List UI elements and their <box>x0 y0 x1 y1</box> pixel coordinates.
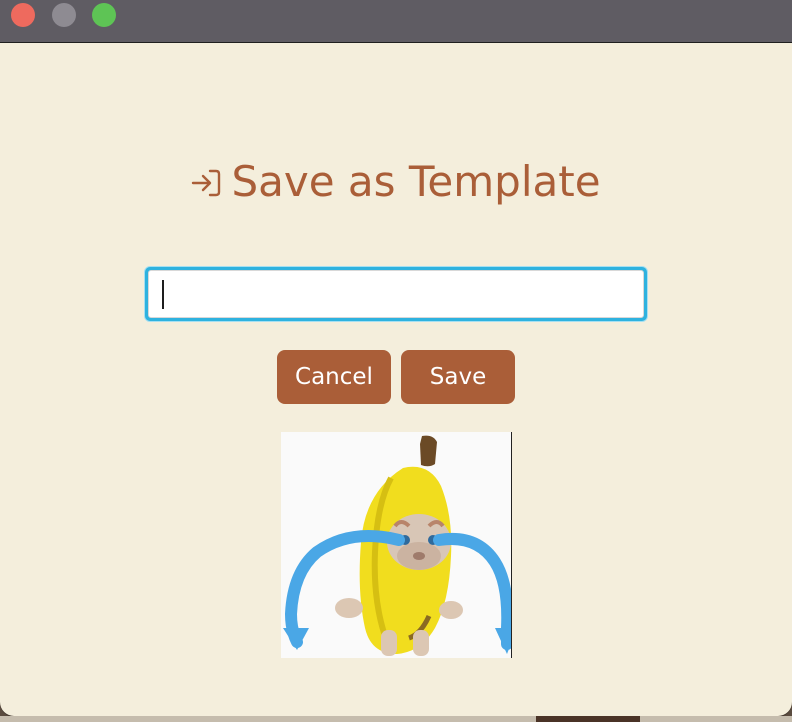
dialog-title: Save as Template <box>0 161 792 203</box>
app-window: Save as Template Cancel Save <box>0 0 792 716</box>
window-minimize-button[interactable] <box>52 3 76 27</box>
banana-cat-illustration <box>281 432 511 658</box>
login-arrow-icon <box>192 169 221 197</box>
dialog-actions: Cancel Save <box>277 350 515 404</box>
window-close-button[interactable] <box>11 3 35 27</box>
crying-banana-cat-sticker <box>281 432 512 658</box>
cancel-button[interactable]: Cancel <box>277 350 391 404</box>
text-caret <box>162 280 164 309</box>
template-name-input[interactable] <box>148 270 644 318</box>
desktop-dark-block <box>536 716 640 722</box>
save-button[interactable]: Save <box>401 350 515 404</box>
desktop-background-strip <box>0 716 792 722</box>
template-name-field-focus-ring <box>145 267 647 321</box>
dialog-content: Save as Template Cancel Save <box>0 43 792 716</box>
dialog-title-text: Save as Template <box>231 157 601 206</box>
window-zoom-button[interactable] <box>92 3 116 27</box>
window-titlebar[interactable] <box>0 0 792 43</box>
